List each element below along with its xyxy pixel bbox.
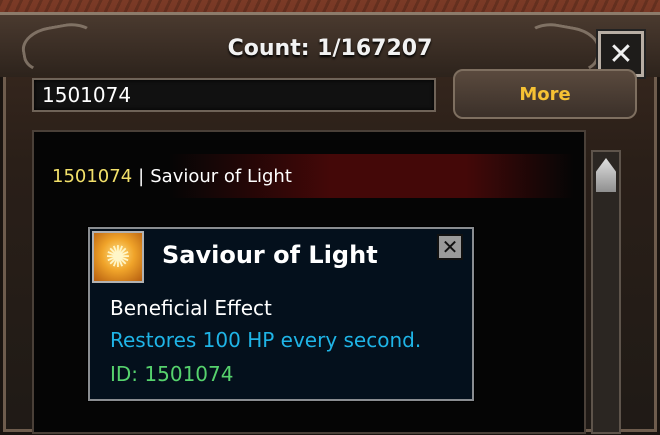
close-icon: ✕	[608, 36, 634, 72]
list-item[interactable]: 1501074 | Saviour of Light	[34, 154, 574, 198]
tooltip-close-button[interactable]: ✕	[437, 234, 463, 260]
list-item-id: 1501074	[52, 165, 133, 187]
tooltip-id: ID: 1501074	[110, 362, 234, 386]
list-item-name: Saviour of Light	[150, 165, 292, 187]
more-button[interactable]: More	[453, 69, 637, 119]
title-bar: Count: 1/167207 ✕	[0, 15, 660, 78]
list-item-separator: |	[138, 165, 145, 187]
tooltip-title: Saviour of Light	[162, 241, 378, 269]
search-input[interactable]	[32, 78, 436, 112]
sun-wings-icon: ✺	[92, 231, 144, 283]
tooltip-description: Restores 100 HP every second.	[110, 328, 422, 352]
scrollbar[interactable]	[591, 150, 621, 434]
scroll-up-arrow-icon[interactable]	[596, 158, 616, 192]
tooltip-effect-type: Beneficial Effect	[110, 296, 272, 320]
window-title: Count: 1/167207	[227, 36, 433, 61]
close-icon: ✕	[441, 235, 459, 259]
effect-tooltip: ✺ Saviour of Light ✕ Beneficial Effect R…	[88, 227, 474, 401]
